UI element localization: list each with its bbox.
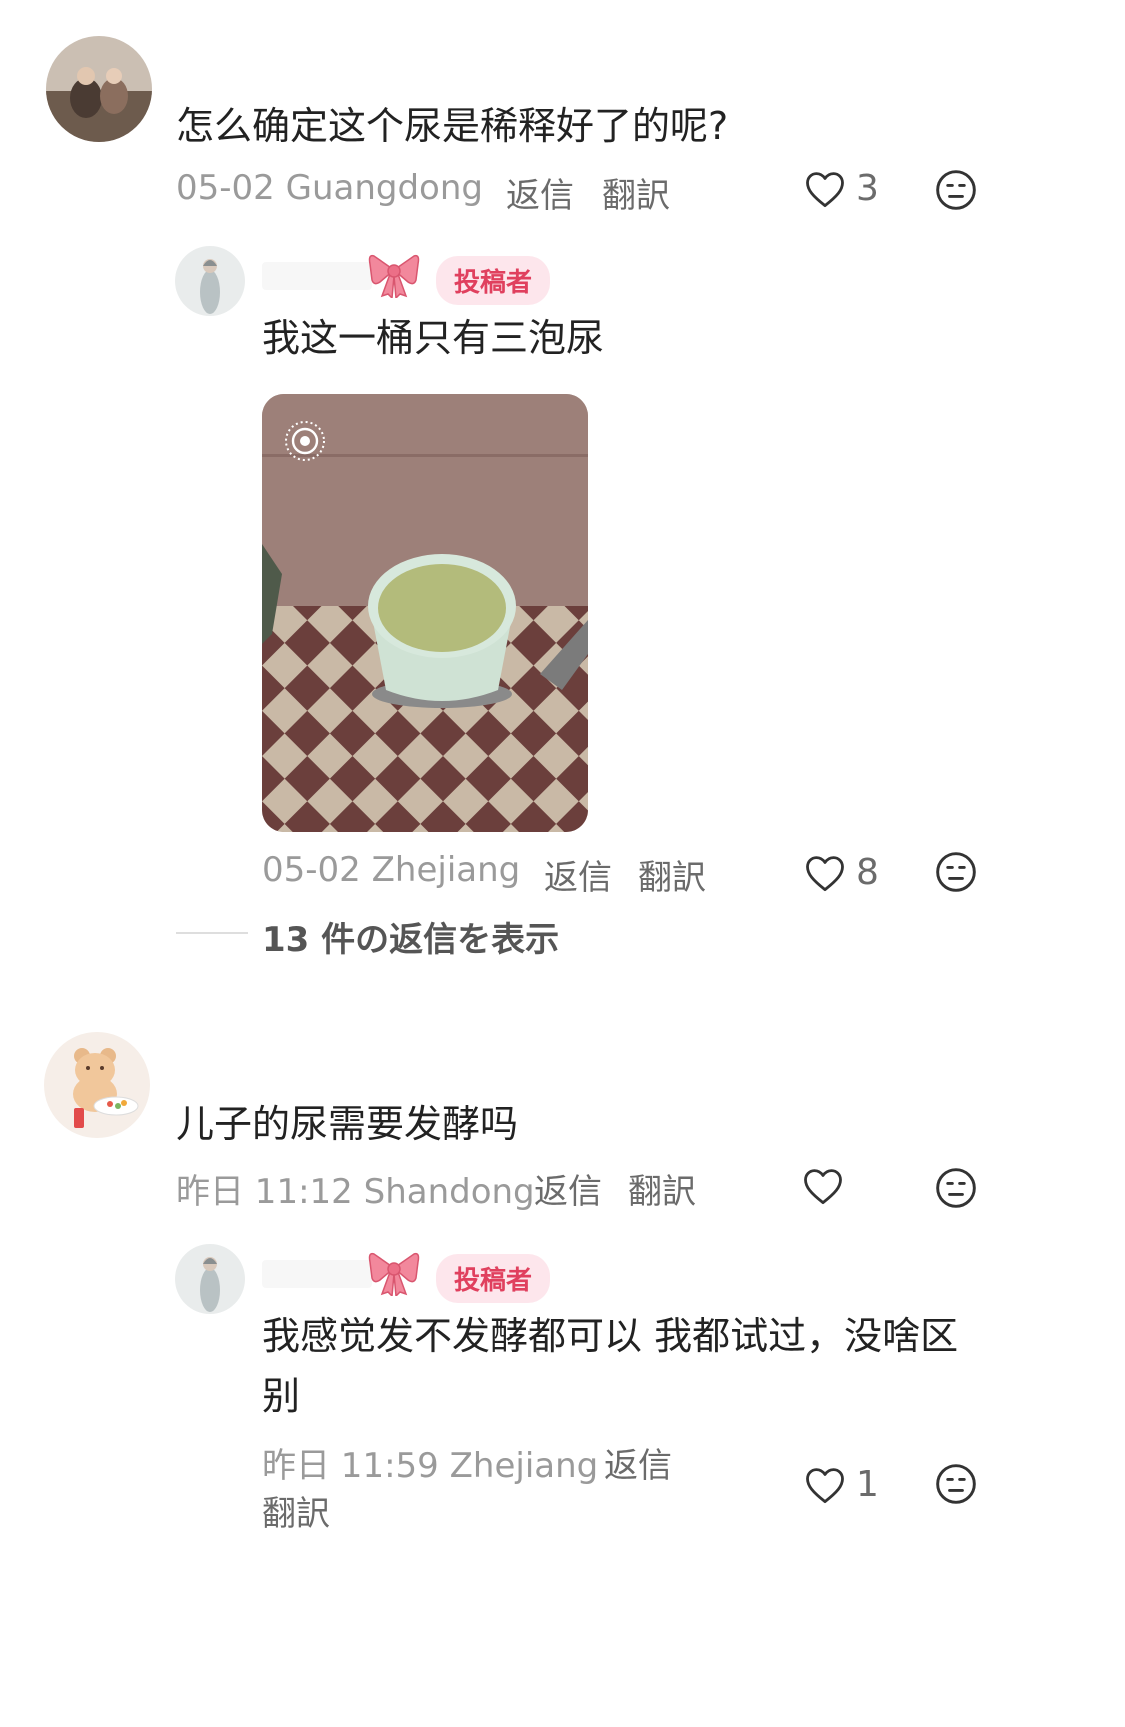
reply-button[interactable]: 返信 <box>604 1438 672 1487</box>
heart-outline-icon <box>802 1166 844 1206</box>
translate-button[interactable]: 翻訳 <box>638 850 706 899</box>
neutral-face-icon <box>934 1166 978 1210</box>
show-replies-button[interactable]: 13 件の返信を表示 <box>262 912 559 961</box>
comment-text: 怎么确定这个尿是稀释好了的呢? <box>176 104 729 148</box>
like-count: 1 <box>856 1464 879 1505</box>
author-name-placeholder <box>262 262 372 290</box>
reply-text-line-2: 别 <box>262 1374 301 1418</box>
reply-text: 我这一桶只有三泡尿 <box>262 316 605 360</box>
neutral-face-icon <box>934 1462 978 1506</box>
dislike-button[interactable] <box>934 1462 978 1506</box>
comment-text: 儿子的尿需要发酵吗 <box>176 1102 519 1146</box>
author-avatar[interactable] <box>175 246 245 316</box>
avatar[interactable] <box>44 1032 150 1138</box>
pink-bow-icon <box>368 250 420 298</box>
heart-outline-icon <box>804 1465 846 1505</box>
like-button[interactable]: 1 <box>804 1464 879 1505</box>
reply-meta: 昨日 11:59 Zhejiang <box>262 1438 598 1487</box>
author-avatar[interactable] <box>175 1244 245 1314</box>
avatar[interactable] <box>46 36 152 142</box>
comment-location: Guangdong <box>285 168 483 208</box>
reply-text-line-1: 我感觉发不发酵都可以 我都试过，没啥区 <box>262 1314 959 1358</box>
like-button[interactable]: 8 <box>804 852 879 893</box>
heart-outline-icon <box>804 169 846 209</box>
reply-date: 昨日 11:59 <box>262 1446 439 1486</box>
reply-date: 05-02 <box>262 850 361 890</box>
live-photo-icon <box>284 420 326 462</box>
comment-meta: 05-02 Guangdong <box>176 168 483 208</box>
pink-bow-icon <box>368 1248 420 1296</box>
dislike-button[interactable] <box>934 168 978 212</box>
attached-photo[interactable] <box>262 394 588 832</box>
like-count: 8 <box>856 852 879 893</box>
neutral-face-icon <box>934 850 978 894</box>
translate-button[interactable]: 翻訳 <box>602 168 670 217</box>
reply-meta: 05-02 Zhejiang <box>262 850 520 890</box>
comment-location: Shandong <box>363 1172 535 1212</box>
reply-location: Zhejiang <box>449 1446 599 1486</box>
author-badge: 投稿者 <box>436 1254 551 1303</box>
like-count: 3 <box>856 168 879 209</box>
reply-button[interactable]: 返信 <box>506 168 574 217</box>
neutral-face-icon <box>934 168 978 212</box>
comment-date: 05-02 <box>176 168 275 208</box>
comment-date: 昨日 11:12 <box>176 1172 353 1212</box>
heart-outline-icon <box>804 853 846 893</box>
dislike-button[interactable] <box>934 850 978 894</box>
author-badge: 投稿者 <box>436 256 551 305</box>
reply-thread-line <box>176 932 248 934</box>
comment-meta: 昨日 11:12 Shandong <box>176 1164 535 1213</box>
reply-button[interactable]: 返信 <box>544 850 612 899</box>
translate-button[interactable]: 翻訳 <box>628 1164 696 1213</box>
like-button[interactable]: 3 <box>804 168 879 209</box>
translate-button[interactable]: 翻訳 <box>262 1486 330 1535</box>
dislike-button[interactable] <box>934 1166 978 1210</box>
reply-button[interactable]: 返信 <box>534 1164 602 1213</box>
like-button[interactable] <box>802 1166 854 1206</box>
author-name-placeholder <box>262 1260 372 1288</box>
reply-location: Zhejiang <box>371 850 521 890</box>
